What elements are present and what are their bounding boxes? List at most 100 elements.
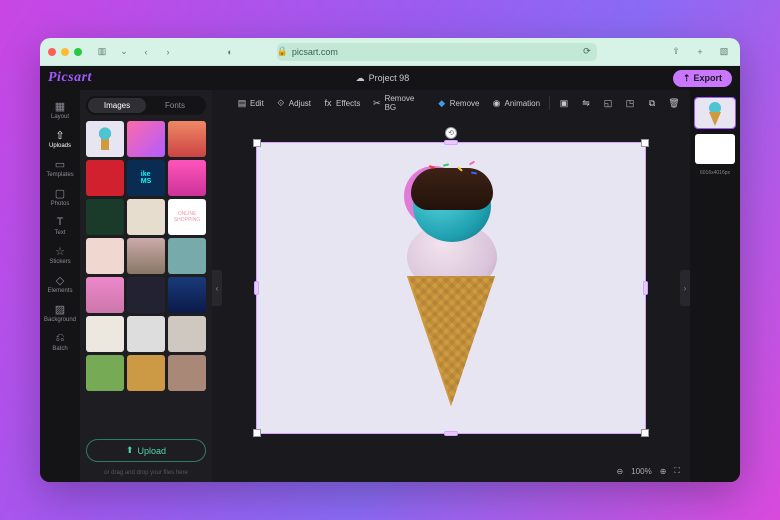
resize-handle-tl[interactable]	[253, 139, 261, 147]
layer-up-button[interactable]: ◳	[620, 95, 640, 111]
templates-icon: ▭	[53, 157, 67, 171]
artboard[interactable]: ⟲	[256, 142, 646, 434]
resize-handle-bm[interactable]	[444, 431, 458, 436]
nav-elements[interactable]: ◇Elements	[42, 270, 78, 297]
maximize-window[interactable]	[74, 48, 82, 56]
uploads-icon: ⇧	[53, 128, 67, 142]
cloud-icon: ☁	[356, 73, 365, 84]
upload-icon: ⬆	[126, 445, 134, 456]
refresh-icon[interactable]: ⟳	[583, 46, 591, 57]
edit-button[interactable]: ▤Edit	[232, 95, 269, 111]
expand-left-panel[interactable]: ‹	[212, 270, 222, 306]
nav-background[interactable]: ▨Background	[42, 299, 78, 326]
asset-thumb[interactable]	[86, 199, 124, 235]
forward-icon[interactable]: ›	[160, 44, 176, 60]
effects-icon: fx	[323, 98, 333, 108]
adjust-button[interactable]: ⟐Adjust	[271, 95, 316, 111]
stage[interactable]: ‹ ›	[212, 116, 690, 460]
animation-icon: ◉	[492, 98, 502, 108]
expand-right-panel[interactable]: ›	[680, 270, 690, 306]
export-label: Export	[693, 73, 722, 83]
nav-photos[interactable]: ▢Photos	[42, 183, 78, 210]
address-bar[interactable]: 🔒 picsart.com ⟳	[277, 43, 597, 61]
nav-batch[interactable]: ⎌Batch	[42, 328, 78, 355]
fit-icon[interactable]: ⛶	[674, 466, 680, 476]
new-tab-icon[interactable]: +	[692, 44, 708, 60]
zoom-in-icon[interactable]: ⊕	[660, 467, 667, 476]
asset-thumb[interactable]	[168, 160, 206, 196]
remove-bg-icon: ✂	[372, 98, 381, 108]
nav-templates[interactable]: ▭Templates	[42, 154, 78, 181]
asset-thumb[interactable]	[127, 277, 165, 313]
resize-handle-bl[interactable]	[253, 429, 261, 437]
resize-handle-mr[interactable]	[643, 281, 648, 295]
layout-icon: ▦	[53, 99, 67, 113]
duplicate-button[interactable]: ⧉	[642, 95, 662, 111]
asset-thumb[interactable]: ikeMS	[127, 160, 165, 196]
nav-text[interactable]: TText	[42, 212, 78, 239]
tab-images[interactable]: Images	[88, 98, 146, 113]
flip-icon: ⇋	[581, 98, 591, 108]
tab-fonts[interactable]: Fonts	[146, 98, 204, 113]
asset-thumb[interactable]	[168, 316, 206, 352]
flip-button[interactable]: ⇋	[576, 95, 596, 111]
animation-button[interactable]: ◉Animation	[487, 95, 546, 111]
asset-thumb[interactable]	[168, 238, 206, 274]
share-icon[interactable]: ⇪	[668, 44, 684, 60]
crop-icon: ▣	[559, 98, 569, 108]
close-window[interactable]	[48, 48, 56, 56]
batch-icon: ⎌	[53, 331, 67, 345]
zoom-out-icon[interactable]: ⊖	[617, 467, 624, 476]
shield-icon[interactable]: ◐	[222, 44, 238, 60]
rotate-handle[interactable]: ⟲	[445, 127, 457, 139]
app-window: ▥ ⌄ ‹ › ◐ 🔒 picsart.com ⟳ ⇪ + ▧ Picsart …	[40, 38, 740, 482]
crop-button[interactable]: ▣	[554, 95, 574, 111]
upload-button[interactable]: ⬆ Upload	[86, 439, 206, 462]
remove-button[interactable]: ◆Remove	[432, 95, 485, 111]
project-name: Project 98	[369, 73, 410, 83]
nav-layout[interactable]: ▦Layout	[42, 96, 78, 123]
sidebar-toggle-icon[interactable]: ▥	[94, 44, 110, 60]
zoom-level[interactable]: 100%	[631, 467, 651, 476]
brand-logo[interactable]: Picsart	[48, 70, 92, 86]
layer-down-button[interactable]: ◱	[598, 95, 618, 111]
upload-label: Upload	[138, 446, 167, 456]
asset-thumb[interactable]: ONLINE SHOPPING	[168, 199, 206, 235]
artboard-thumb-2[interactable]	[695, 134, 735, 164]
resize-handle-ml[interactable]	[254, 281, 259, 295]
artboard-thumb-1[interactable]	[695, 98, 735, 128]
minimize-window[interactable]	[61, 48, 69, 56]
asset-thumb[interactable]	[86, 121, 124, 157]
asset-thumb[interactable]	[86, 277, 124, 313]
asset-thumb[interactable]	[127, 238, 165, 274]
asset-thumb[interactable]	[86, 355, 124, 391]
trash-icon: 🗑	[669, 98, 679, 108]
tabs-icon[interactable]: ▧	[716, 44, 732, 60]
resize-handle-tr[interactable]	[641, 139, 649, 147]
asset-thumb[interactable]	[127, 199, 165, 235]
asset-thumb[interactable]	[127, 355, 165, 391]
asset-thumb[interactable]	[127, 121, 165, 157]
asset-thumb[interactable]	[168, 355, 206, 391]
lock-icon: 🔒	[277, 46, 288, 57]
asset-thumb[interactable]	[168, 121, 206, 157]
export-button[interactable]: ⇡ Export	[673, 70, 732, 87]
asset-thumb[interactable]	[168, 277, 206, 313]
effects-button[interactable]: fxEffects	[318, 95, 365, 111]
export-icon: ⇡	[683, 73, 691, 84]
asset-thumb[interactable]	[86, 238, 124, 274]
resize-handle-br[interactable]	[641, 429, 649, 437]
back-icon[interactable]: ‹	[138, 44, 154, 60]
layer-up-icon: ◳	[625, 98, 635, 108]
nav-stickers[interactable]: ☆Stickers	[42, 241, 78, 268]
asset-thumb[interactable]	[127, 316, 165, 352]
window-controls	[48, 48, 82, 56]
delete-button[interactable]: 🗑	[664, 95, 684, 111]
project-title[interactable]: ☁ Project 98	[356, 73, 410, 84]
asset-thumb[interactable]	[86, 160, 124, 196]
remove-bg-button[interactable]: ✂Remove BG	[367, 91, 429, 115]
asset-thumb[interactable]	[86, 316, 124, 352]
nav-uploads[interactable]: ⇧Uploads	[42, 125, 78, 152]
chevron-down-icon[interactable]: ⌄	[116, 44, 132, 60]
resize-handle-tm[interactable]	[444, 140, 458, 145]
